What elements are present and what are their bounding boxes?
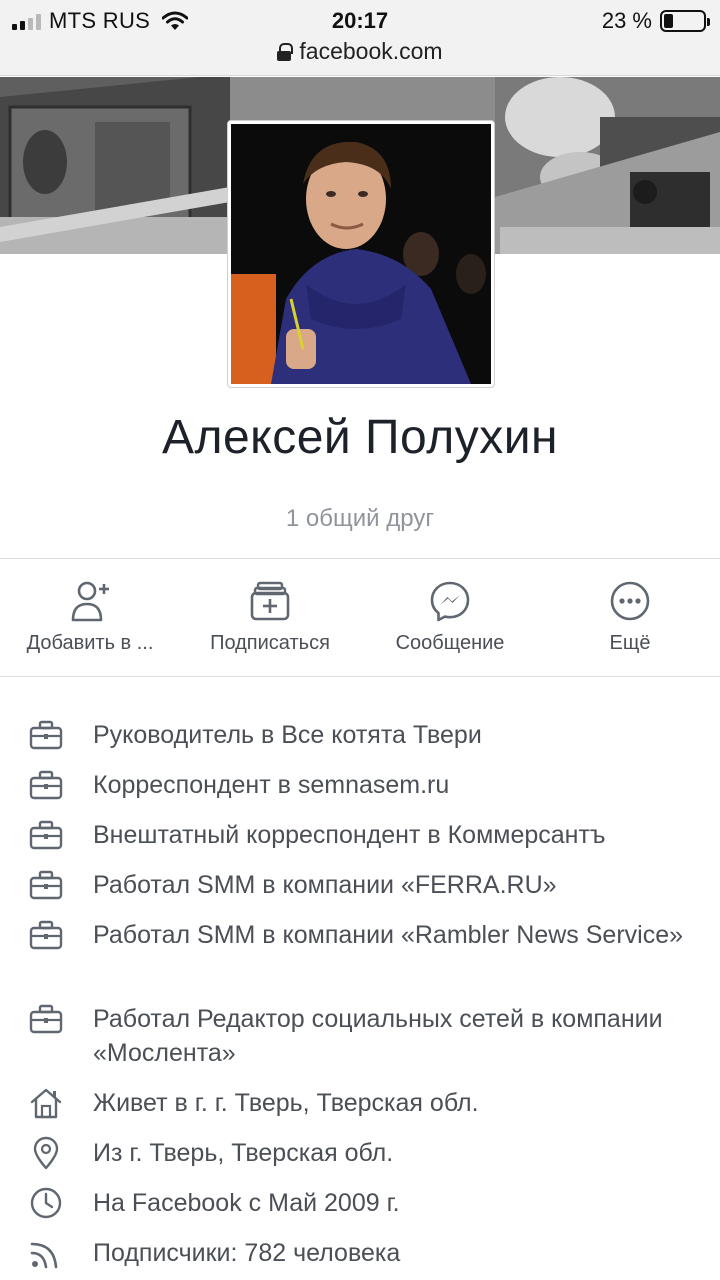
briefcase-icon	[29, 770, 63, 800]
divider	[0, 558, 720, 559]
briefcase-icon	[29, 720, 63, 750]
add-friend-button[interactable]: Добавить в ...	[0, 560, 180, 674]
follow-icon	[250, 581, 290, 621]
intro-item-text: На Facebook с Май 2009 г.	[93, 1189, 400, 1217]
url-text: facebook.com	[299, 38, 443, 64]
briefcase-icon	[29, 920, 63, 950]
intro-item-text: Работал SMM в компании «Rambler News Ser…	[93, 921, 684, 949]
more-button[interactable]: Ещё	[540, 560, 720, 674]
status-right: 23 %	[601, 8, 710, 34]
more-icon	[610, 581, 650, 621]
profile-name: Алексей Полухин	[161, 411, 559, 464]
intro-item-text: Из г. Тверь, Тверская обл.	[93, 1139, 394, 1167]
home-icon	[30, 1088, 62, 1119]
intro-item-text: Подписчики: 782 человека	[93, 1239, 401, 1267]
profile-actions: Добавить в ... Подписаться Сообщение Ещё	[0, 560, 720, 674]
intro-item-text: Работал Редактор социальных сетей в комп…	[93, 1005, 663, 1067]
intro-item-text: Руководитель в Все котята Твери	[93, 721, 482, 749]
intro-item-text: Работал SMM в компании «FERRA.RU»	[93, 871, 557, 899]
follow-label: Подписаться	[210, 632, 330, 654]
mutual-friends-link[interactable]: 1 общий друг	[0, 505, 720, 533]
briefcase-icon	[29, 1004, 63, 1034]
messenger-icon	[430, 581, 470, 622]
lock-icon	[277, 42, 294, 61]
briefcase-icon	[29, 820, 63, 850]
address-bar[interactable]: facebook.com	[0, 38, 720, 65]
location-pin-icon	[33, 1136, 59, 1170]
intro-item-text: Внештатный корреспондент в Коммерсантъ	[93, 821, 606, 849]
rss-icon	[30, 1242, 58, 1269]
profile-picture[interactable]	[227, 120, 495, 388]
profile-photo-image	[231, 124, 491, 384]
clock-icon	[30, 1187, 62, 1219]
add-friend-icon	[71, 581, 109, 622]
message-button[interactable]: Сообщение	[360, 560, 540, 674]
browser-top-bar: MTS RUS 20:17 23 % facebook.com	[0, 0, 720, 76]
follow-button[interactable]: Подписаться	[180, 560, 360, 674]
battery-icon	[660, 10, 710, 32]
battery-percent: 23 %	[601, 8, 652, 33]
intro-item-text: Корреспондент в semnasem.ru	[93, 771, 450, 799]
briefcase-icon	[29, 870, 63, 900]
message-label: Сообщение	[395, 632, 505, 654]
intro-item-text: Живет в г. г. Тверь, Тверская обл.	[93, 1089, 479, 1117]
divider	[0, 676, 720, 677]
more-label: Ещё	[609, 632, 651, 654]
add-friend-label: Добавить в ...	[26, 632, 154, 654]
avatar-illustration	[231, 124, 491, 384]
battery-level-fill	[664, 14, 673, 28]
status-bar: MTS RUS 20:17 23 %	[0, 8, 720, 34]
